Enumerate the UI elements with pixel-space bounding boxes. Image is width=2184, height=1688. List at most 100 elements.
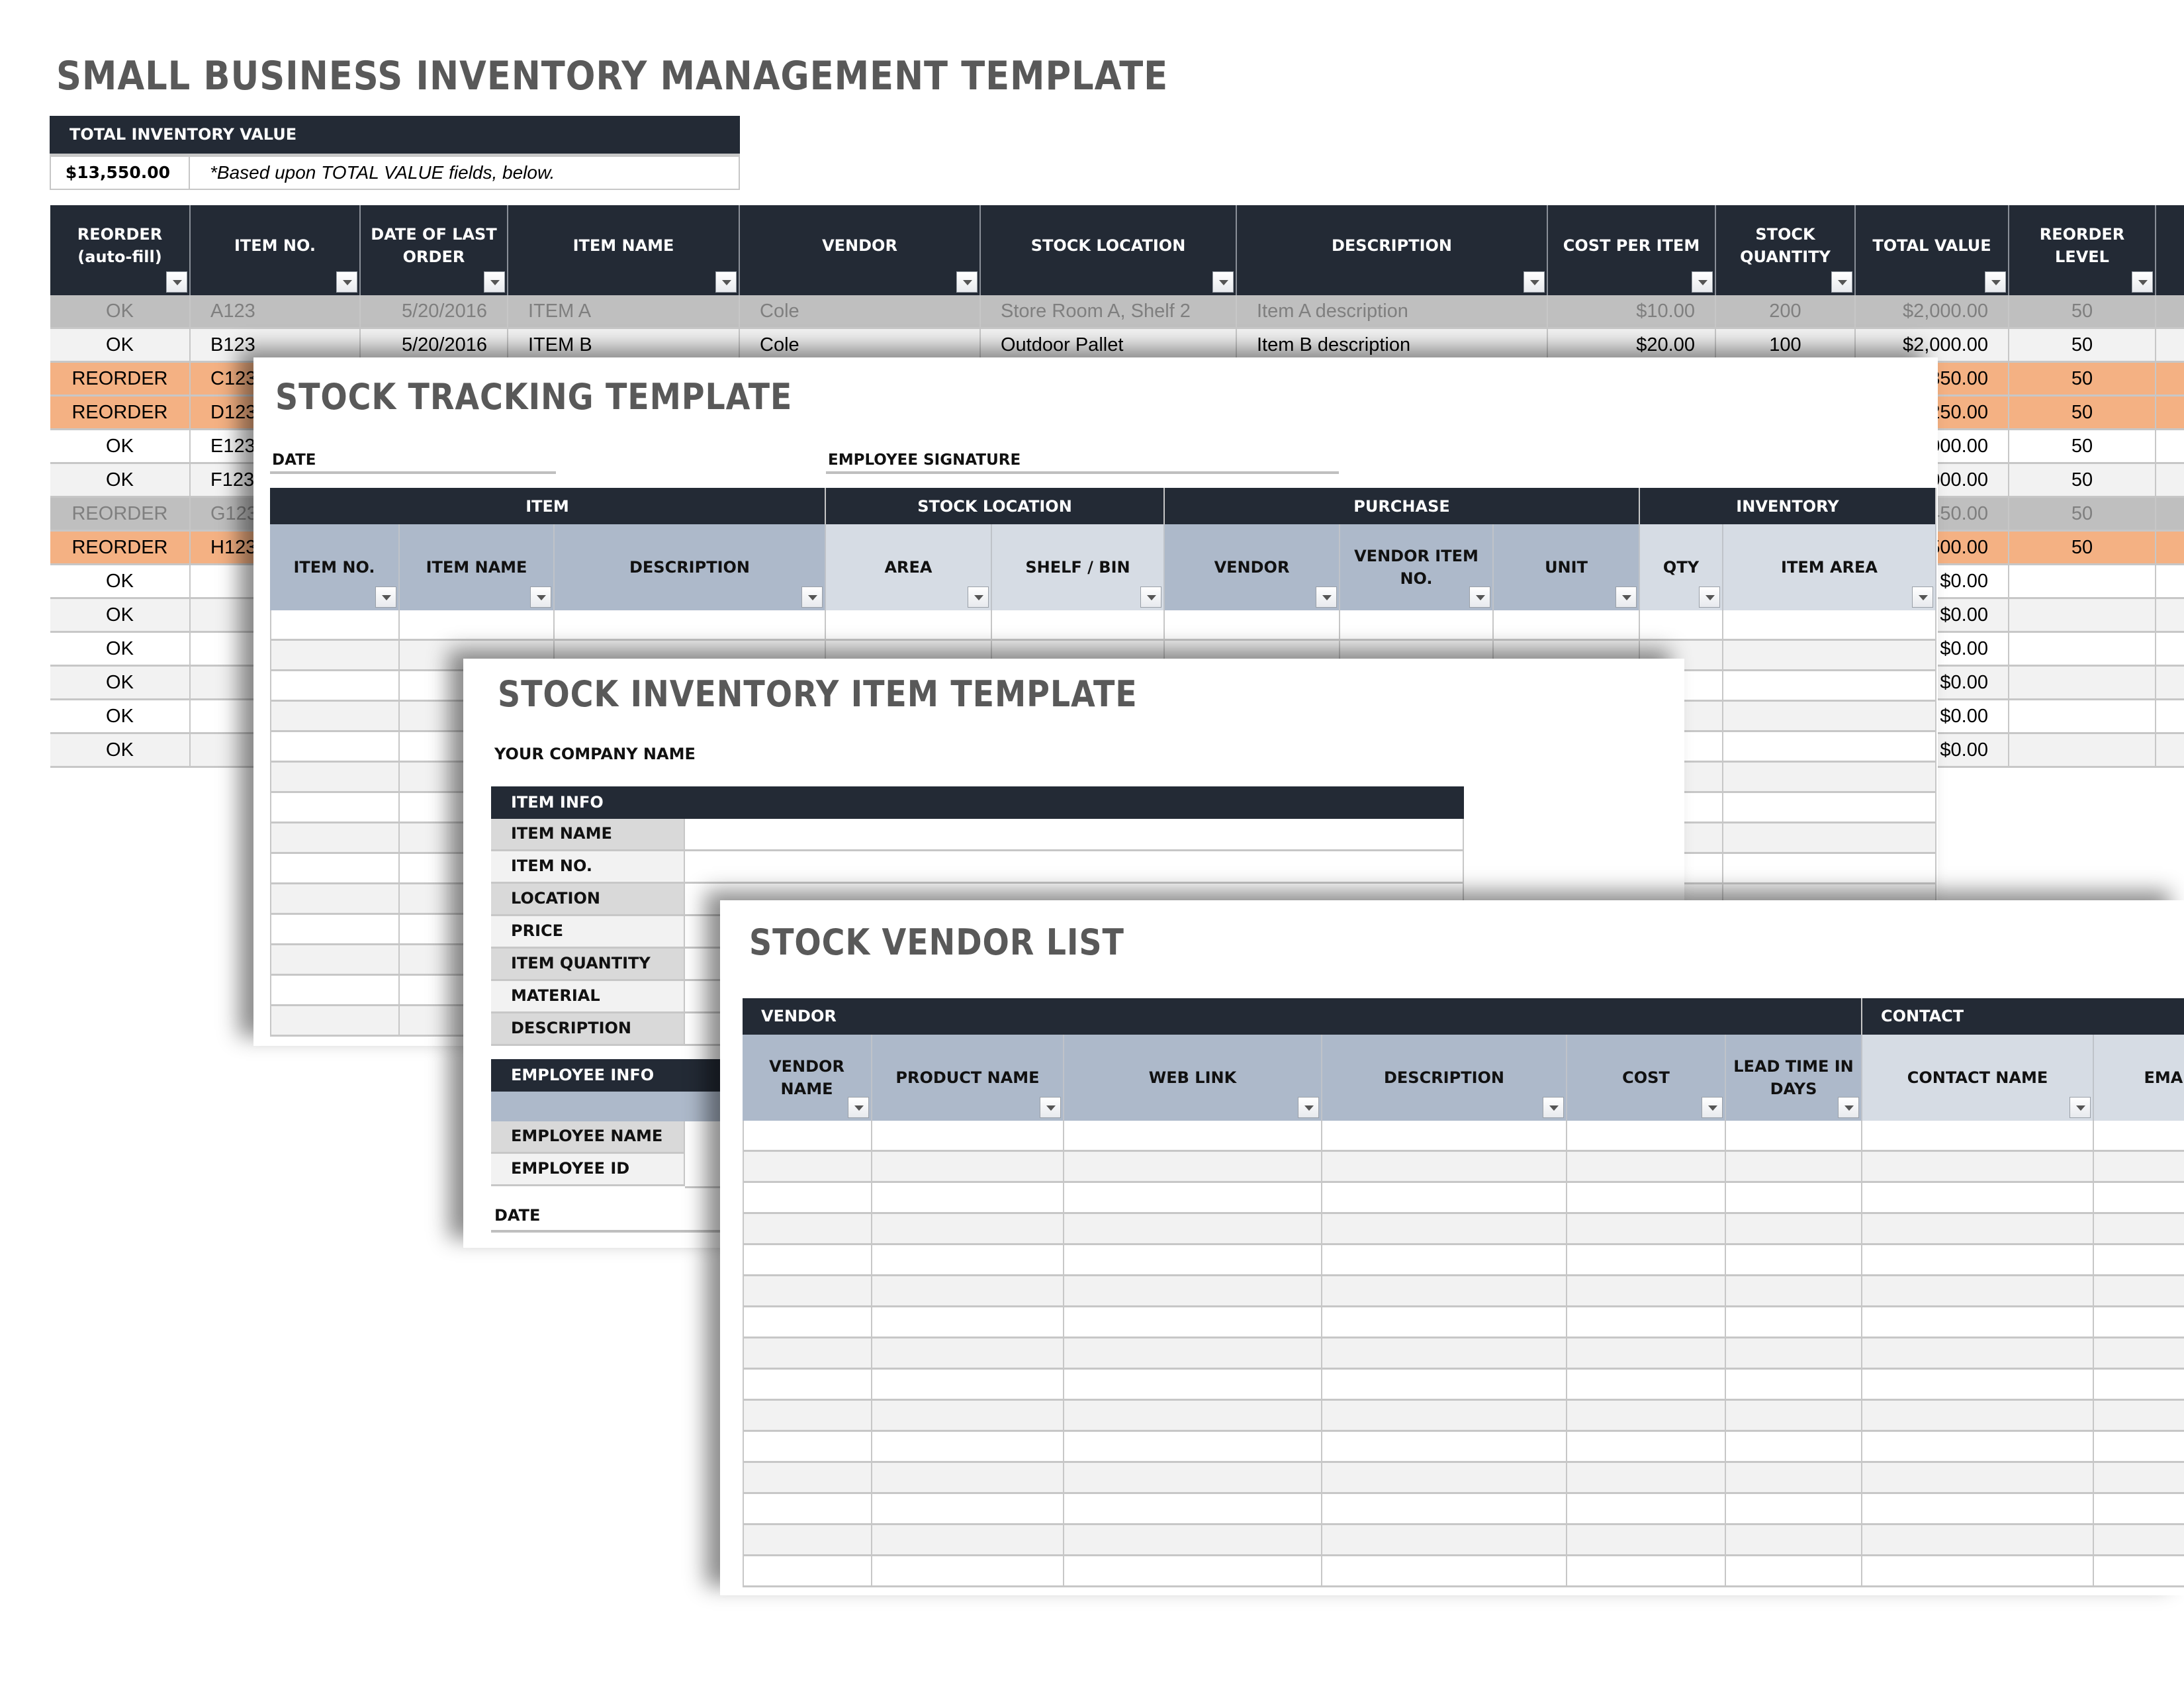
vendor-cell[interactable] [2094,1245,2184,1276]
vendor-cell[interactable] [2094,1370,2184,1401]
table-cell-extra[interactable] [2156,397,2184,430]
tracking-cell[interactable] [1723,641,1936,671]
vendor-cell[interactable] [743,1245,872,1276]
filter-dropdown-icon[interactable] [1524,271,1545,293]
vendor-cell[interactable] [2094,1183,2184,1214]
vendor-cell[interactable] [872,1214,1064,1245]
vendor-cell[interactable] [1064,1152,1322,1183]
vendor-cell[interactable] [1862,1214,2094,1245]
table-cell-status[interactable]: REORDER [50,397,191,430]
table-cell-reorder_level[interactable]: 50 [2009,329,2156,363]
filter-dropdown-icon[interactable] [1040,1097,1061,1118]
table-cell-status[interactable]: OK [50,464,191,498]
table-cell-status[interactable]: REORDER [50,532,191,565]
table-cell-extra[interactable] [2156,532,2184,565]
vendor-cell[interactable] [1726,1556,1862,1587]
vendor-cell[interactable] [1726,1463,1862,1494]
filter-dropdown-icon[interactable] [715,271,737,293]
filter-dropdown-icon[interactable] [1912,586,1933,608]
tracking-cell[interactable] [270,793,400,823]
table-cell-reorder_level[interactable] [2009,599,2156,633]
filter-dropdown-icon[interactable] [1699,586,1720,608]
tracking-cell[interactable] [1723,671,1936,702]
vendor-cell[interactable] [1322,1463,1567,1494]
table-cell-extra[interactable] [2156,565,2184,599]
table-cell-date[interactable]: 5/20/2016 [361,295,508,329]
vendor-cell[interactable] [1567,1525,1726,1556]
table-cell-status[interactable]: OK [50,700,191,734]
table-cell-reorder_level[interactable]: 50 [2009,397,2156,430]
filter-dropdown-icon[interactable] [530,586,551,608]
vendor-cell[interactable] [2094,1463,2184,1494]
vendor-cell[interactable] [2094,1121,2184,1152]
vendor-cell[interactable] [1862,1432,2094,1463]
vendor-cell[interactable] [1322,1401,1567,1432]
vendor-cell[interactable] [1726,1525,1862,1556]
table-cell-reorder_level[interactable]: 50 [2009,498,2156,532]
vendor-cell[interactable] [2094,1432,2184,1463]
vendor-cell[interactable] [1322,1525,1567,1556]
table-cell-reorder_level[interactable] [2009,565,2156,599]
vendor-cell[interactable] [743,1276,872,1307]
vendor-cell[interactable] [1862,1463,2094,1494]
vendor-cell[interactable] [1726,1121,1862,1152]
table-cell-extra[interactable] [2156,734,2184,768]
vendor-cell[interactable] [1567,1556,1726,1587]
filter-dropdown-icon[interactable] [1469,586,1490,608]
vendor-cell[interactable] [1862,1183,2094,1214]
vendor-cell[interactable] [1726,1183,1862,1214]
table-cell-qty[interactable]: 200 [1716,295,1856,329]
vendor-cell[interactable] [872,1432,1064,1463]
vendor-cell[interactable] [743,1432,872,1463]
vendor-cell[interactable] [872,1152,1064,1183]
vendor-cell[interactable] [872,1307,1064,1338]
vendor-cell[interactable] [1064,1401,1322,1432]
table-cell-reorder_level[interactable]: 50 [2009,363,2156,397]
table-cell-reorder_level[interactable]: 50 [2009,430,2156,464]
vendor-cell[interactable] [2094,1214,2184,1245]
filter-dropdown-icon[interactable] [1702,1097,1723,1118]
filter-dropdown-icon[interactable] [484,271,505,293]
vendor-cell[interactable] [1726,1276,1862,1307]
item-field-input[interactable] [685,851,1464,884]
tracking-cell[interactable] [555,610,826,641]
table-cell-reorder_level[interactable] [2009,633,2156,667]
table-cell-status[interactable]: OK [50,667,191,700]
vendor-cell[interactable] [1322,1494,1567,1525]
table-cell-extra[interactable] [2156,430,2184,464]
vendor-cell[interactable] [872,1401,1064,1432]
vendor-cell[interactable] [1064,1463,1322,1494]
vendor-cell[interactable] [1726,1401,1862,1432]
tracking-cell[interactable] [270,854,400,884]
vendor-cell[interactable] [1064,1432,1322,1463]
vendor-cell[interactable] [2094,1307,2184,1338]
vendor-cell[interactable] [743,1214,872,1245]
table-cell-status[interactable]: REORDER [50,498,191,532]
vendor-cell[interactable] [1567,1152,1726,1183]
table-cell-extra[interactable] [2156,363,2184,397]
vendor-cell[interactable] [872,1494,1064,1525]
vendor-cell[interactable] [1726,1214,1862,1245]
tracking-cell[interactable] [270,702,400,732]
tracking-cell[interactable] [992,610,1165,641]
vendor-cell[interactable] [1862,1338,2094,1370]
vendor-cell[interactable] [2094,1338,2184,1370]
table-cell-status[interactable]: OK [50,295,191,329]
table-cell-status[interactable]: OK [50,565,191,599]
vendor-cell[interactable] [872,1525,1064,1556]
vendor-cell[interactable] [1064,1338,1322,1370]
vendor-cell[interactable] [1064,1245,1322,1276]
vendor-cell[interactable] [1567,1401,1726,1432]
filter-dropdown-icon[interactable] [848,1097,869,1118]
table-cell-vendor[interactable]: Cole [740,295,981,329]
vendor-cell[interactable] [1322,1432,1567,1463]
vendor-cell[interactable] [1322,1338,1567,1370]
vendor-cell[interactable] [872,1276,1064,1307]
table-cell-location[interactable]: Store Room A, Shelf 2 [981,295,1237,329]
tracking-cell[interactable] [1723,763,1936,793]
tracking-cell[interactable] [1723,610,1936,641]
vendor-cell[interactable] [1862,1152,2094,1183]
tracking-cell[interactable] [1723,732,1936,763]
vendor-cell[interactable] [1322,1556,1567,1587]
tracking-cell[interactable] [270,732,400,763]
